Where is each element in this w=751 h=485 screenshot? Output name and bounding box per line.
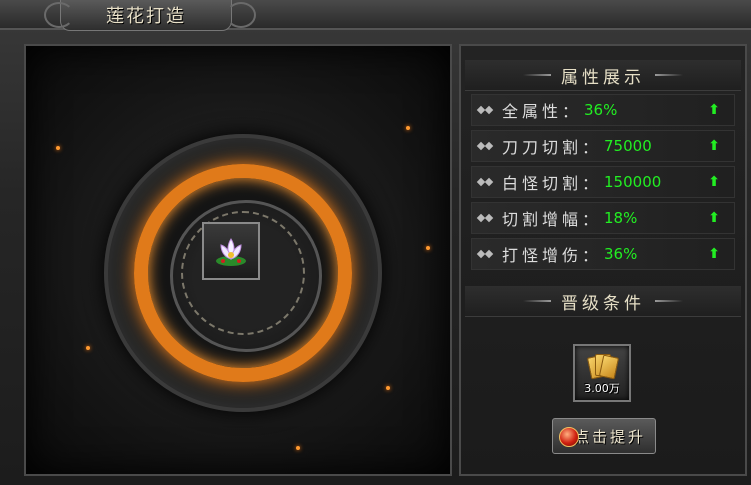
bullet-icon [476,177,494,187]
up-arrow-icon: ⬆ [708,246,720,262]
attribute-row: 切割增幅： 18% ⬆ [471,202,735,234]
divider-icon [523,74,551,76]
attribute-row: 白怪切割： 150000 ⬆ [471,166,735,198]
ornament-icon [44,2,74,28]
bullet-icon [476,141,494,151]
attribute-row: 刀刀切割： 75000 ⬆ [471,130,735,162]
attribute-label: 切割增幅： [502,210,603,229]
item-slot[interactable] [202,222,260,280]
attribute-row: 打怪增伤： 36% ⬆ [471,238,735,270]
attribute-label: 白怪切割： [502,174,603,193]
bullet-icon [476,249,494,259]
up-arrow-icon: ⬆ [708,138,720,154]
window-title: 莲花打造 [106,6,186,27]
attributes-panel: 属性展示 全属性： 36% ⬆ 刀刀切割： 75000 ⬆ 白怪切割： 1500… [459,44,747,476]
divider-icon [655,300,683,302]
ornament-icon [226,2,256,28]
divider-icon [655,74,683,76]
attribute-label: 打怪增伤： [502,246,603,265]
attribute-value: 150000 [604,173,662,191]
upgrade-button[interactable]: 点击提升 [552,418,656,454]
upgrade-title: 晋级条件 [561,293,645,314]
cost-item-slot[interactable]: 3.00万 [573,344,631,402]
upgrade-button-label: 点击提升 [573,427,646,446]
attribute-value: 36% [584,101,618,119]
attribute-label: 全属性： [502,102,583,121]
divider-icon [523,300,551,302]
cost-amount: 3.00万 [584,382,620,395]
up-arrow-icon: ⬆ [708,174,720,190]
attributes-title: 属性展示 [561,67,645,88]
up-arrow-icon: ⬆ [708,102,720,118]
upgrade-header: 晋级条件 [465,286,741,317]
gold-cards-icon [586,354,620,380]
attribute-value: 18% [604,209,638,227]
bullet-icon [476,213,494,223]
forge-display [24,44,452,476]
attributes-header: 属性展示 [465,60,741,91]
attribute-value: 36% [604,245,638,263]
attribute-value: 75000 [604,137,652,155]
bullet-icon [476,105,494,115]
title-plate: 莲花打造 [60,0,232,31]
attribute-row: 全属性： 36% ⬆ [471,94,735,126]
up-arrow-icon: ⬆ [708,210,720,226]
gem-icon [559,427,579,447]
lotus-icon [216,238,246,266]
attribute-label: 刀刀切割： [502,138,603,157]
